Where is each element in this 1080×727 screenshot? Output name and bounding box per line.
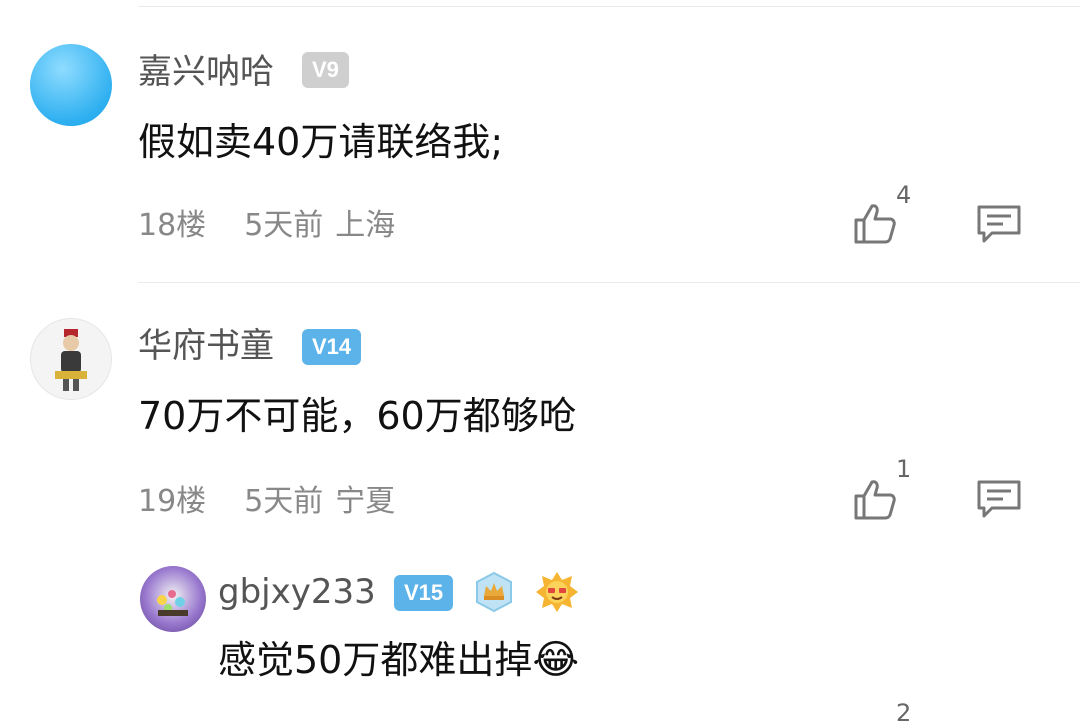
reply-button[interactable] — [976, 204, 1022, 244]
thumbs-up-icon — [854, 204, 896, 244]
thumbs-up-icon — [854, 480, 896, 520]
comment-icon — [977, 205, 1021, 243]
crown-medal-icon — [472, 570, 516, 614]
avatar[interactable] — [140, 566, 206, 632]
floor-number: 18楼 — [138, 208, 207, 243]
reply-button[interactable] — [976, 479, 1022, 519]
avatar-figure-icon — [55, 329, 87, 391]
comment-text: 假如卖40万请联络我; — [138, 120, 504, 164]
avatar[interactable] — [30, 318, 112, 400]
comment-username[interactable]: 嘉兴呐哈 — [138, 52, 274, 92]
level-badge: V14 — [302, 329, 362, 365]
level-badge: V9 — [302, 52, 349, 88]
top-divider — [138, 6, 1080, 7]
comment-meta: 18楼 5天前 上海 — [138, 206, 395, 246]
like-button[interactable] — [852, 200, 898, 246]
laughing-tears-emoji: 😂 — [532, 637, 580, 683]
comment-time: 5天前 — [244, 208, 324, 243]
comment-text: 70万不可能，60万都够呛 — [138, 394, 577, 438]
avatar-flower-icon — [157, 590, 188, 616]
comment-divider — [138, 282, 1080, 283]
like-button[interactable] — [852, 476, 898, 522]
avatar[interactable] — [30, 44, 112, 126]
reply-username[interactable]: gbjxy233 — [218, 572, 376, 612]
comment-location: 上海 — [335, 208, 396, 243]
like-count: 2 — [896, 699, 912, 727]
level-badge: V15 — [394, 575, 454, 611]
sunglasses-face-medal-icon — [534, 570, 580, 614]
comment-meta: 19楼 5天前 宁夏 — [138, 482, 395, 522]
floor-number: 19楼 — [138, 484, 207, 519]
comment-username[interactable]: 华府书童 — [138, 326, 274, 366]
like-count: 4 — [896, 181, 912, 209]
comment-location: 宁夏 — [335, 484, 396, 519]
reply-text: 感觉50万都难出掉😂 — [218, 636, 579, 684]
like-count: 1 — [896, 455, 912, 483]
comment-icon — [977, 480, 1021, 518]
reply-text-content: 感觉50万都难出掉 — [218, 638, 533, 682]
comment-time: 5天前 — [244, 484, 324, 519]
